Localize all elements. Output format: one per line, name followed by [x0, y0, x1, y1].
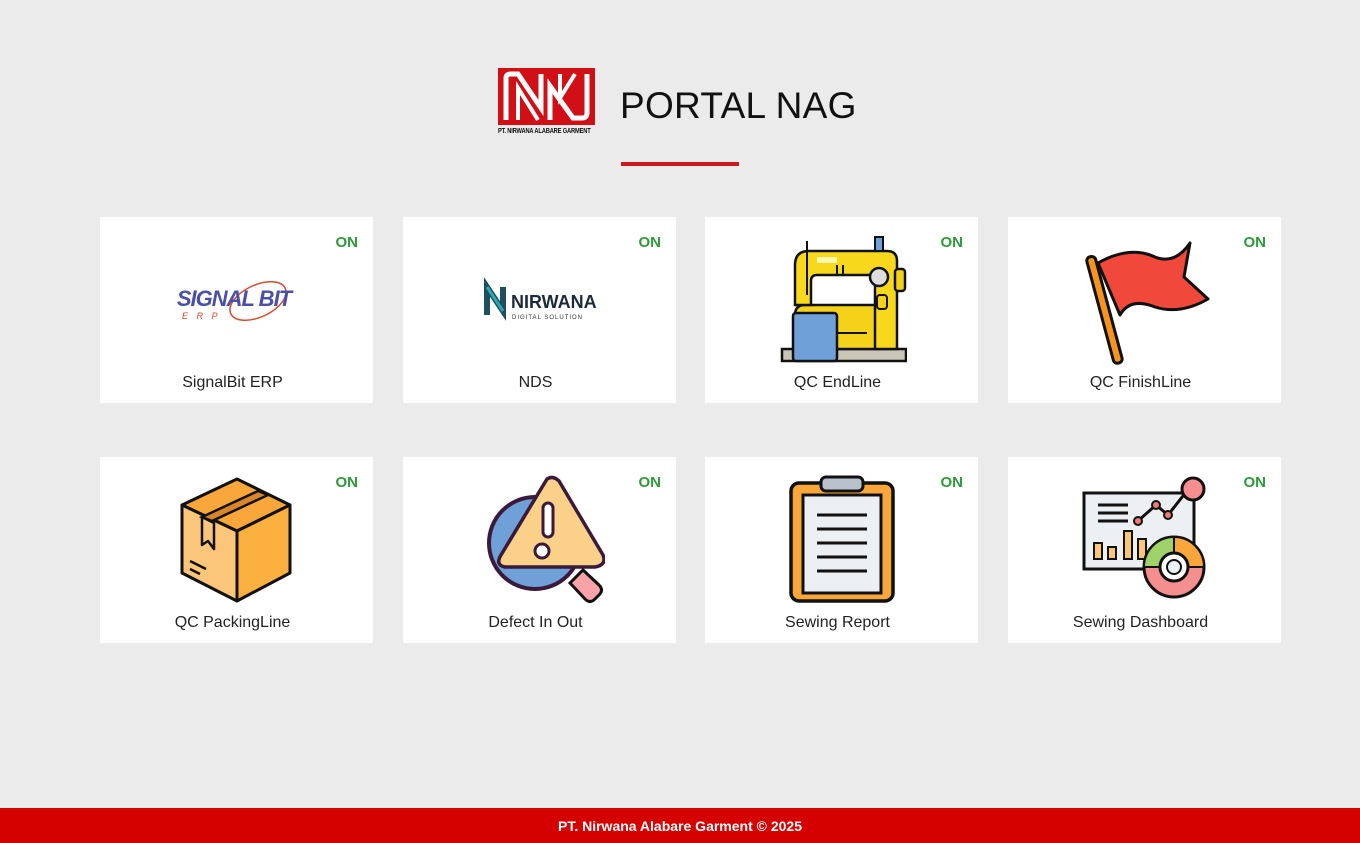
status-badge: ON: [335, 234, 359, 251]
dashboard-chart-icon: [1080, 475, 1210, 605]
sewing-machine-icon: [777, 235, 907, 365]
company-logo: PT. NIRWANA ALABARE GARMENT: [498, 68, 596, 138]
card-label: Sewing Dashboard: [1072, 614, 1209, 631]
footer: PT. Nirwana Alabare Garment © 2025: [0, 808, 1360, 843]
nirwana-logo-icon: NIRWANA DIGITAL SOLUTION: [475, 235, 605, 365]
card-nds[interactable]: ON NIRWANA DIGITAL SOLUTION NDS: [403, 217, 676, 403]
status-badge: ON: [638, 474, 662, 491]
signalbit-logo-icon: SIGNAL BIT E R P: [172, 235, 302, 365]
card-signalbit-erp[interactable]: ON SIGNAL BIT E R P SignalBit ERP: [100, 217, 373, 403]
status-badge: ON: [940, 474, 964, 491]
signalbit-logo-text: SIGNAL BIT: [176, 286, 293, 311]
page-title: PORTAL NAG: [620, 85, 857, 126]
card-sewing-report[interactable]: ON Sewing Report: [705, 457, 978, 643]
card-label: Sewing Report: [785, 614, 890, 631]
card-qc-packingline[interactable]: ON QC PackingLine: [100, 457, 373, 643]
signalbit-logo-subtext: E R P: [182, 311, 221, 321]
card-label: NDS: [518, 374, 553, 391]
logo-company-name: PT. NIRWANA ALABARE GARMENT: [498, 128, 591, 135]
status-badge: ON: [1243, 474, 1267, 491]
card-label: QC FinishLine: [1089, 374, 1192, 391]
title-underline: [621, 162, 739, 166]
card-label: Defect In Out: [488, 614, 583, 631]
card-sewing-dashboard[interactable]: ON Sewing Dashboard: [1008, 457, 1281, 643]
status-badge: ON: [335, 474, 359, 491]
nirwana-logo-text: NIRWANA: [511, 292, 597, 312]
card-label: SignalBit ERP: [182, 374, 283, 391]
nag-logo-icon: [498, 68, 595, 125]
nirwana-logo-subtext: DIGITAL SOLUTION: [512, 315, 583, 321]
status-badge: ON: [1243, 234, 1267, 251]
status-badge: ON: [940, 234, 964, 251]
clipboard-icon: [777, 475, 907, 605]
warning-search-icon: [475, 475, 605, 605]
card-label: QC EndLine: [793, 374, 882, 391]
flag-icon: [1080, 235, 1210, 365]
card-label: QC PackingLine: [174, 614, 291, 631]
box-icon: [172, 475, 302, 605]
card-defect-in-out[interactable]: ON Defect In Out: [403, 457, 676, 643]
status-badge: ON: [638, 234, 662, 251]
card-qc-endline[interactable]: ON QC EndLine: [705, 217, 978, 403]
portal-header: PT. NIRWANA ALABARE GARMENT PORTAL NAG: [498, 68, 856, 138]
footer-copyright: PT. Nirwana Alabare Garment © 2025: [557, 817, 802, 834]
card-qc-finishline[interactable]: ON QC FinishLine: [1008, 217, 1281, 403]
